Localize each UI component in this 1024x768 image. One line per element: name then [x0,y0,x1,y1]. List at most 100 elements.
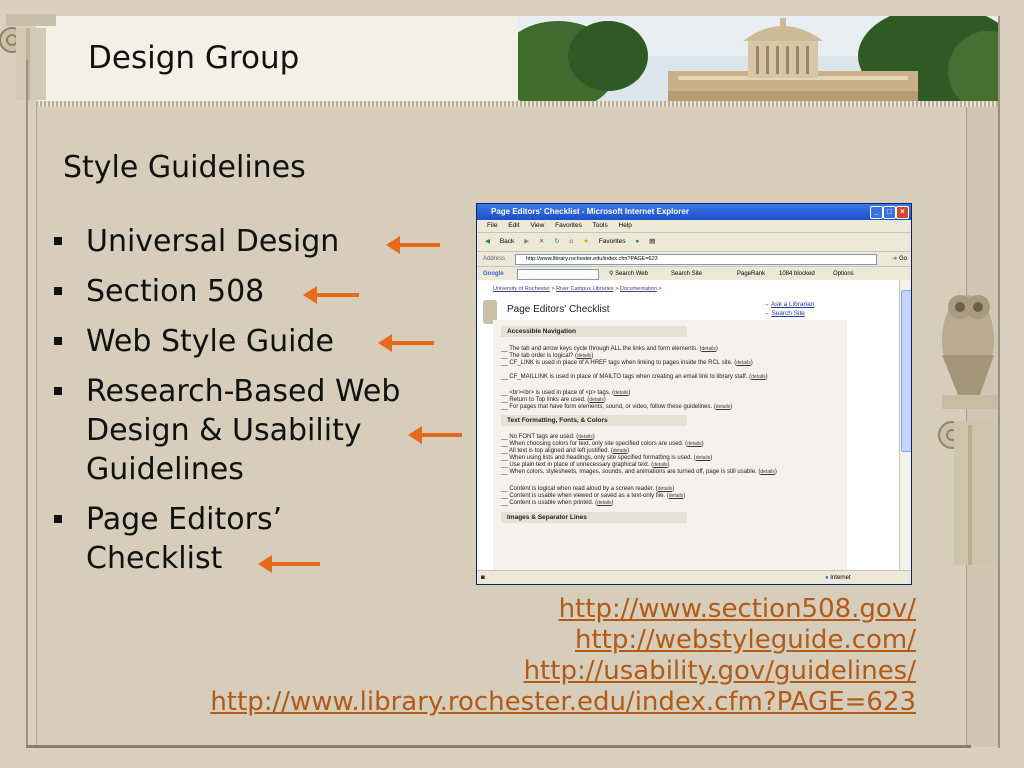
checklist-item: __ Content is usable when printed. (deta… [501,500,614,506]
bullet-square-icon [54,337,62,345]
checklist-item-text: When choosing colors for text, only site… [509,441,684,447]
ask-librarian-link[interactable]: → Ask a Librarian [763,300,814,309]
binoculars-icon: ⚲ [609,271,614,277]
pagerank-indicator[interactable]: PageRank [737,267,765,281]
checklist-item: __ When choosing colors for text, only s… [501,441,704,447]
refresh-icon[interactable]: ↻ [554,238,559,245]
favorites-star-icon[interactable]: ★ [583,238,589,245]
google-logo[interactable]: Google [483,271,504,277]
menu-favorites[interactable]: Favorites [555,222,582,229]
search-web-label: Search Web [615,271,648,277]
section-heading: Text Formatting, Fonts, & Colors [501,415,687,426]
details-link[interactable]: details [687,441,701,447]
checklist-body: Accessible Navigation __ The tab and arr… [493,320,847,570]
checklist-item: __ CF_LINK is used in place of A HREF ta… [501,360,753,366]
print-icon[interactable]: ▤ [649,238,655,245]
breadcrumb-link[interactable]: University of Rochester [493,286,550,292]
google-search-input[interactable] [517,269,599,280]
checklist-item-text: The tab and arrow keys cycle through ALL… [509,346,698,352]
minimize-icon[interactable]: _ [870,206,883,219]
link-section508[interactable]: http://www.section508.gov/ [210,594,916,625]
status-bar: ◙ ● Internet [477,570,911,584]
checklist-item: __ The tab order is logical? (details) [501,353,594,359]
bullet-text: Web Style Guide [86,324,334,359]
menu-edit[interactable]: Edit [508,222,519,229]
address-bar: Address http://www.library.rochester.edu… [477,252,911,267]
left-frame-line [26,60,28,748]
browser-menu-bar: File Edit View Favorites Tools Help [477,220,911,233]
menu-file[interactable]: File [487,222,497,229]
back-arrow-icon[interactable]: ◀ [485,238,490,245]
google-search-web-button[interactable]: ⚲ Search Web [609,267,648,281]
zone-label: Internet [830,575,851,581]
maximize-icon[interactable]: □ [883,206,896,219]
address-label: Address [483,256,506,262]
details-link[interactable]: details [658,486,672,492]
details-link[interactable]: details [701,346,715,352]
reference-links: http://www.section508.gov/ http://websty… [210,594,916,718]
checklist-item-text: Content is logical when read aloud by a … [509,486,655,492]
checklist-item: __ CF_MAILLINK is used in place of MAILT… [501,374,768,380]
address-input[interactable]: http://www.library.rochester.edu/index.c… [515,254,877,265]
media-icon[interactable]: ● [635,238,639,245]
bullet-item: Page Editors’ Checklist [48,500,316,578]
details-link[interactable]: details [716,404,730,410]
link-usability-guidelines[interactable]: http://usability.gov/guidelines/ [210,656,916,687]
popup-blocked-counter[interactable]: 1084 blocked [779,267,815,281]
bullet-list: Universal Design Section 508 Web Style G… [48,222,478,589]
stop-icon[interactable]: ✕ [539,238,544,245]
checklist-item-text: No FONT tags are used. [509,434,575,440]
details-link[interactable]: details [751,374,765,380]
bullet-item: Universal Design [48,222,478,261]
details-link[interactable]: details [577,353,591,359]
search-site-link[interactable]: → Search Site [763,309,814,318]
details-link[interactable]: details [736,360,750,366]
details-link[interactable]: details [696,455,710,461]
details-link[interactable]: details [589,397,603,403]
breadcrumb-link[interactable]: River Campus Libraries [556,286,613,292]
menu-tools[interactable]: Tools [593,222,608,229]
home-icon[interactable]: ⌂ [569,238,573,245]
details-link[interactable]: details [597,500,611,506]
forward-arrow-icon[interactable]: ▶ [524,238,529,245]
breadcrumb-separator: > [658,286,662,292]
google-options-button[interactable]: Options [833,267,854,281]
bullet-text: Page Editors’ Checklist [86,502,283,576]
details-link[interactable]: details [613,448,627,454]
left-arrow-icon [390,341,434,345]
slide-title: Design Group [88,40,300,76]
go-button[interactable]: ➔ Go [892,252,907,266]
scrollbar-thumb[interactable] [901,290,911,452]
link-page-editors-checklist[interactable]: http://www.library.rochester.edu/index.c… [210,687,916,718]
browser-title-bar: Page Editors' Checklist - Microsoft Inte… [477,204,911,220]
checklist-item-text: The tab order is logical? [509,353,574,359]
menu-view[interactable]: View [530,222,544,229]
menu-help[interactable]: Help [619,222,632,229]
google-search-site-button[interactable]: Search Site [671,267,702,281]
web-page-content: University of Rochester > River Campus L… [477,280,899,570]
section-heading: Images & Separator Lines [501,512,687,523]
link-webstyleguide[interactable]: http://webstyleguide.com/ [210,625,916,656]
breadcrumb-separator: > [551,286,555,292]
checklist-item: __ The tab and arrow keys cycle through … [501,346,718,352]
details-link[interactable]: details [760,469,774,475]
details-link[interactable]: details [669,493,683,499]
details-link[interactable]: details [578,434,592,440]
details-link[interactable]: details [614,390,628,396]
bullet-square-icon [54,237,62,245]
bullet-square-icon [54,387,62,395]
vertical-scrollbar[interactable] [899,280,911,570]
header-building-photo [518,16,998,102]
breadcrumb-link[interactable]: Documentation [620,286,657,292]
details-link[interactable]: details [653,462,667,468]
section-heading: Accessible Navigation [501,326,687,337]
close-icon[interactable]: × [896,206,909,219]
left-arrow-icon [270,562,320,566]
checklist-item-text: For pages that have form elements, sound… [509,404,713,410]
favorites-button[interactable]: Favorites [599,238,626,245]
breadcrumb-separator: > [615,286,619,292]
checklist-item-text: Content is usable when printed. [509,500,594,506]
bullet-item: Section 508 [48,272,478,311]
back-button[interactable]: Back [500,238,514,245]
right-frame-line [998,16,1000,748]
